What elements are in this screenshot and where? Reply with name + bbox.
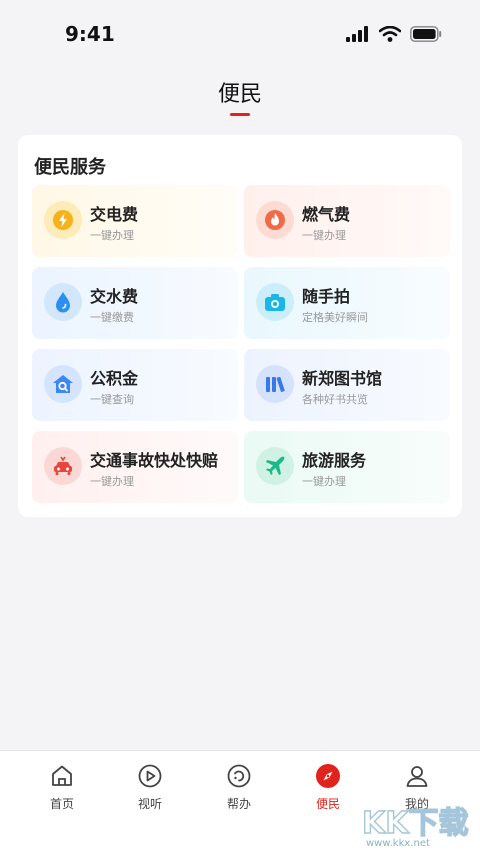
- camera-icon: [256, 283, 294, 321]
- wifi-icon: [379, 26, 401, 42]
- svg-text:KK下载: KK下载: [362, 806, 469, 841]
- tile-subtitle: 一键缴费: [90, 311, 134, 324]
- tab-help[interactable]: 帮办: [209, 763, 269, 812]
- house-search-icon: [44, 365, 82, 403]
- signal-icon: [346, 26, 368, 42]
- tile-subtitle: 一键查询: [90, 393, 134, 406]
- tile-housing-fund[interactable]: 公积金 一键查询: [32, 349, 238, 421]
- tile-title: 燃气费: [302, 205, 351, 224]
- lightning-icon: [44, 201, 82, 239]
- card-title: 便民服务: [34, 157, 106, 178]
- flame-icon: [256, 201, 294, 239]
- service-card: 便民服务 交电费 一键办理 燃气费 一键办理 交水费 一键缴费 随手拍 定格美好…: [18, 135, 462, 517]
- tile-traffic-accident[interactable]: 交通事故快处快赔 一键办理: [32, 431, 238, 503]
- tile-title: 公积金: [90, 369, 139, 388]
- tab-label: 首页: [49, 797, 74, 811]
- tile-subtitle: 各种好书共览: [302, 393, 368, 406]
- home-icon: [52, 765, 72, 786]
- tile-subtitle: 一键办理: [302, 475, 346, 488]
- watermark-url: www.kkx.net: [366, 838, 430, 849]
- tile-library[interactable]: 新郑图书馆 各种好书共览: [244, 349, 450, 421]
- compass-icon: [316, 764, 340, 788]
- help-icon: [227, 764, 251, 788]
- tile-title: 随手拍: [302, 287, 351, 306]
- tile-title: 旅游服务: [302, 451, 367, 470]
- tile-title: 新郑图书馆: [302, 369, 383, 388]
- tile-subtitle: 一键办理: [302, 229, 346, 242]
- tile-water[interactable]: 交水费 一键缴费: [32, 267, 238, 339]
- page-title: 便民: [217, 82, 262, 107]
- tile-title: 交电费: [90, 205, 139, 224]
- tile-title: 交通事故快处快赔: [90, 451, 219, 470]
- tile-subtitle: 一键办理: [90, 475, 134, 488]
- tab-label: 视听: [137, 797, 162, 811]
- airplane-icon: [256, 447, 294, 485]
- tab-label: 便民: [315, 797, 340, 811]
- tile-gas[interactable]: 燃气费 一键办理: [244, 185, 450, 257]
- tab-home[interactable]: 首页: [32, 763, 92, 812]
- car-accident-icon: [44, 447, 82, 485]
- tile-subtitle: 一键办理: [90, 229, 134, 242]
- tile-subtitle: 定格美好瞬间: [302, 311, 368, 324]
- title-underline: [230, 113, 250, 116]
- tile-title: 交水费: [90, 287, 139, 306]
- tile-electricity[interactable]: 交电费 一键办理: [32, 185, 238, 257]
- status-icons: [346, 26, 442, 42]
- tab-label: 帮办: [226, 797, 251, 811]
- tile-travel[interactable]: 旅游服务 一键办理: [244, 431, 450, 503]
- status-time: 9:41: [65, 22, 115, 46]
- water-drop-icon: [44, 283, 82, 321]
- tile-photo[interactable]: 随手拍 定格美好瞬间: [244, 267, 450, 339]
- play-icon: [138, 764, 162, 788]
- status-bar: 9:41: [0, 0, 480, 70]
- profile-icon: [406, 766, 428, 787]
- books-icon: [256, 365, 294, 403]
- tab-media[interactable]: 视听: [120, 763, 180, 812]
- battery-icon: [410, 26, 442, 42]
- tab-convenience[interactable]: 便民: [298, 763, 358, 812]
